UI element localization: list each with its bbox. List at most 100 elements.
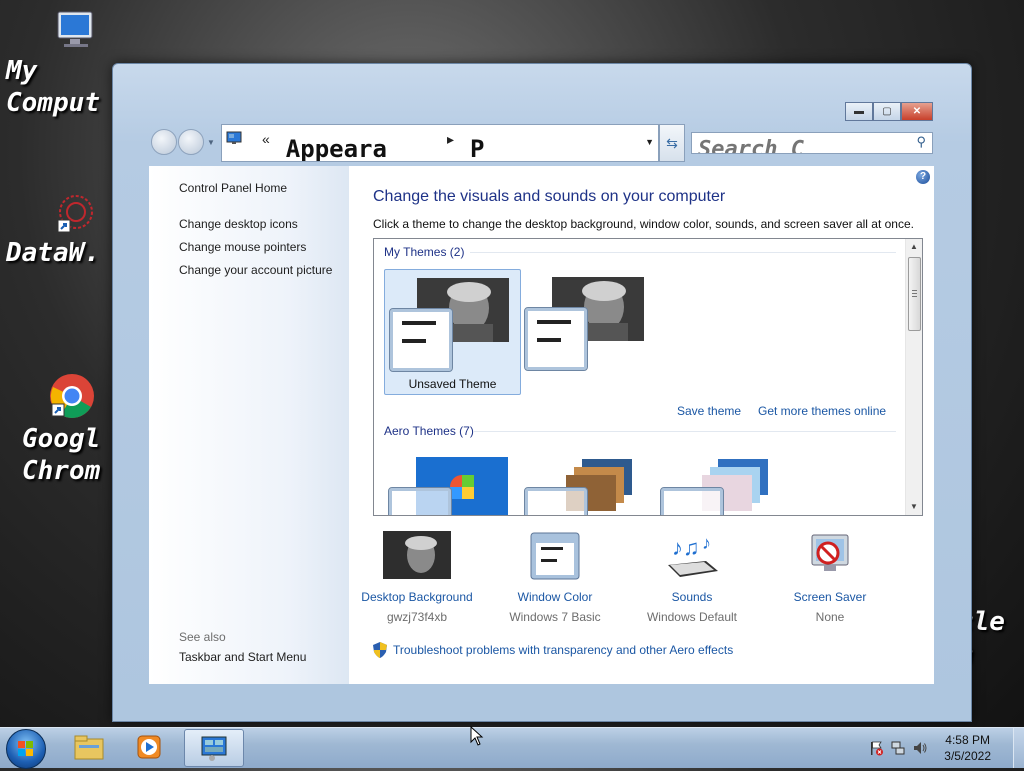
forward-button[interactable] (178, 129, 204, 155)
maximize-button[interactable]: ▢ (873, 102, 901, 121)
get-more-themes-link[interactable]: Get more themes online (758, 404, 886, 418)
address-dropdown-icon[interactable]: ▼ (645, 137, 654, 147)
mouse-cursor-icon (470, 726, 484, 746)
window-color-preview (660, 487, 724, 515)
window-color-icon (530, 532, 580, 580)
help-icon[interactable]: ? (916, 170, 930, 184)
scroll-down-arrow-icon[interactable]: ▼ (906, 499, 922, 515)
computer-icon (57, 11, 93, 47)
minimize-button[interactable]: ▬ (845, 102, 873, 121)
navigation-buttons: ▼ (151, 129, 215, 155)
media-player-icon (137, 735, 161, 759)
aero-theme-characters[interactable] (656, 449, 791, 515)
themes-scrollbar[interactable]: ▲ ▼ (905, 239, 922, 515)
theme-name: Unsaved Theme (408, 377, 497, 391)
see-also-heading: See also (179, 630, 226, 644)
page-title: Change the visuals and sounds on your co… (373, 188, 726, 205)
action-center-flag-icon[interactable] (868, 740, 884, 756)
aero-theme-architecture[interactable] (520, 449, 655, 515)
taskbar-explorer-button[interactable] (60, 729, 118, 765)
control-panel-home-link[interactable]: Control Panel Home (179, 181, 287, 195)
window-color-preview (389, 308, 453, 372)
breadcrumb-personalization[interactable]: P (470, 135, 484, 161)
refresh-button[interactable]: ⇆ (659, 124, 685, 162)
chrome-icon (50, 374, 94, 418)
troubleshoot-link[interactable]: Troubleshoot problems with transparency … (393, 643, 733, 657)
svg-text:♪♫: ♪♫ (672, 535, 700, 560)
scroll-up-arrow-icon[interactable]: ▲ (906, 239, 922, 255)
my-themes-header: My Themes (2) (384, 245, 465, 259)
search-input[interactable] (692, 139, 914, 153)
desktop-background-link[interactable]: Desktop Background (347, 590, 487, 604)
desktop-icon-my-computer[interactable]: My Comput (6, 8, 116, 119)
music-notes-icon: ♪♫ ♪ (668, 533, 718, 577)
theme-unsaved[interactable]: Unsaved Theme (384, 269, 521, 395)
themes-list[interactable]: My Themes (2) Unsaved Theme Save theme G… (373, 238, 923, 516)
no-screensaver-icon (811, 534, 849, 571)
page-subtitle: Click a theme to change the desktop back… (373, 217, 914, 231)
show-desktop-button[interactable] (1013, 728, 1024, 768)
theme-saved[interactable] (520, 269, 655, 393)
window-color-value: Windows 7 Basic (509, 610, 601, 624)
window-color-link[interactable]: Window Color (485, 590, 625, 604)
photo-icon (383, 531, 451, 579)
close-button[interactable]: ✕ (901, 102, 933, 121)
breadcrumb-appearance[interactable]: Appeara (286, 135, 387, 161)
address-bar[interactable]: « Appeara ▸ P ▼ (221, 124, 659, 162)
taskbar-media-player-button[interactable] (120, 729, 178, 765)
content-area: Control Panel Home Change desktop icons … (149, 166, 934, 684)
group-divider (470, 252, 896, 253)
change-account-picture-link[interactable]: Change your account picture (179, 263, 332, 277)
control-panel-icon (226, 131, 242, 144)
scrollbar-thumb[interactable] (908, 257, 921, 331)
troubleshoot-row[interactable]: Troubleshoot problems with transparency … (373, 642, 733, 658)
left-pane: Control Panel Home Change desktop icons … (149, 166, 349, 684)
window-color-preview (524, 487, 588, 515)
search-box[interactable]: ⚲ (691, 132, 933, 154)
desktop-background-setting[interactable]: Desktop Background gwzj73f4xb (347, 531, 487, 624)
shield-icon (373, 642, 387, 658)
group-divider (474, 431, 896, 432)
main-pane: ? Change the visuals and sounds on your … (349, 166, 934, 684)
desktop-icon-label: My Comput (6, 56, 100, 118)
taskbar: 4:58 PM 3/5/2022 (0, 727, 1024, 769)
start-button[interactable] (6, 729, 46, 769)
control-panel-icon (201, 736, 227, 761)
window-color-preview (388, 487, 452, 515)
clock-time: 4:58 PM (945, 733, 990, 747)
svg-text:♪: ♪ (702, 533, 711, 553)
save-theme-link[interactable]: Save theme (677, 404, 741, 418)
recent-pages-dropdown-icon[interactable]: ▼ (207, 138, 215, 147)
taskbar-control-panel-button[interactable] (184, 729, 244, 767)
change-mouse-pointers-link[interactable]: Change mouse pointers (179, 240, 306, 254)
search-icon[interactable]: ⚲ (916, 134, 926, 150)
refresh-icon: ⇆ (666, 134, 678, 151)
notification-area: 4:58 PM 3/5/2022 (862, 728, 1024, 768)
dataw-icon (57, 195, 93, 233)
clock-date: 3/5/2022 (944, 749, 991, 763)
network-icon[interactable] (890, 740, 906, 756)
sounds-setting[interactable]: ♪♫ ♪ Sounds Windows Default (622, 531, 762, 624)
sounds-link[interactable]: Sounds (622, 590, 762, 604)
screen-saver-link[interactable]: Screen Saver (760, 590, 900, 604)
window-color-preview (524, 307, 588, 371)
aero-theme-windows7[interactable] (384, 449, 519, 515)
change-desktop-icons-link[interactable]: Change desktop icons (179, 217, 298, 231)
caption-buttons: ▬ ▢ ✕ (845, 102, 933, 121)
clock[interactable]: 4:58 PM 3/5/2022 (944, 732, 991, 764)
sounds-value: Windows Default (646, 610, 738, 624)
desktop-icon-dataw[interactable]: DataW. (6, 190, 116, 269)
window-color-setting[interactable]: Window Color Windows 7 Basic (485, 531, 625, 624)
taskbar-start-menu-link[interactable]: Taskbar and Start Menu (179, 650, 306, 664)
desktop-background-value: gwzj73f4xb (386, 610, 448, 624)
volume-icon[interactable] (912, 740, 928, 756)
desktop-icon-label: DataW. (6, 238, 100, 268)
breadcrumb-overflow[interactable]: « (262, 131, 270, 147)
aero-themes-header: Aero Themes (7) (384, 424, 474, 438)
folder-icon (74, 735, 104, 760)
breadcrumb-separator-icon[interactable]: ▸ (447, 131, 454, 148)
back-button[interactable] (151, 129, 177, 155)
windows-logo-icon (18, 741, 33, 756)
screen-saver-setting[interactable]: Screen Saver None (760, 531, 900, 624)
screen-saver-value: None (815, 610, 845, 624)
